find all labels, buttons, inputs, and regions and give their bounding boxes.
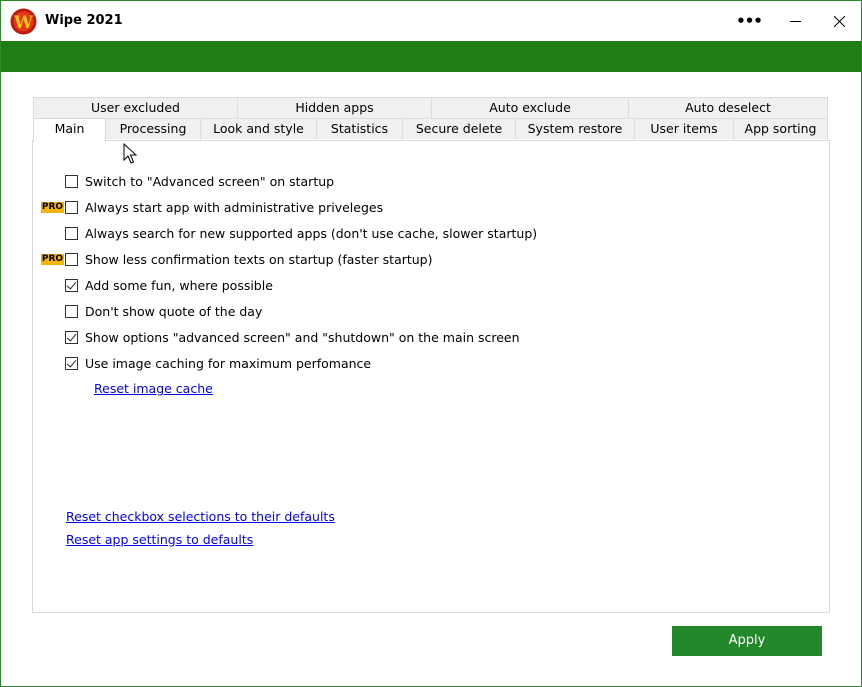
tab-look-and-style[interactable]: Look and style — [200, 118, 317, 139]
option-label: Use image caching for maximum perfomance — [85, 355, 372, 371]
option-row[interactable]: Show options "advanced screen" and "shut… — [65, 327, 520, 347]
option-row[interactable]: Always search for new supported apps (do… — [65, 223, 537, 243]
option-row[interactable]: Use image caching for maximum perfomance — [65, 353, 371, 373]
option-label: Always search for new supported apps (do… — [85, 225, 538, 241]
tab-processing[interactable]: Processing — [105, 118, 201, 139]
pro-badge: PRO — [41, 202, 64, 213]
close-button[interactable] — [816, 1, 862, 41]
option-checkbox[interactable] — [65, 356, 78, 370]
option-row[interactable]: Add some fun, where possible — [65, 275, 273, 295]
pro-badge: PRO — [41, 254, 64, 265]
tab-user-excluded[interactable]: User excluded — [33, 97, 238, 118]
mouse-cursor-icon — [123, 143, 137, 164]
option-checkbox[interactable] — [65, 200, 78, 214]
minimize-button[interactable] — [772, 1, 818, 41]
tab-app-sorting[interactable]: App sorting — [733, 118, 828, 139]
window-title: Wipe 2021 — [45, 13, 123, 28]
title-bar: W Wipe 2021 ••• — [1, 1, 861, 41]
option-label: Add some fun, where possible — [85, 277, 273, 293]
option-row[interactable]: Don't show quote of the day — [65, 301, 262, 321]
option-row[interactable]: Show less confirmation texts on startup … — [65, 249, 433, 269]
option-checkbox[interactable] — [65, 330, 78, 344]
tab-auto-deselect[interactable]: Auto deselect — [628, 97, 828, 118]
tab-statistics[interactable]: Statistics — [316, 118, 403, 139]
option-row[interactable]: Always start app with administrative pri… — [65, 197, 383, 217]
tab-hidden-apps[interactable]: Hidden apps — [237, 97, 432, 118]
option-checkbox[interactable] — [65, 226, 78, 240]
more-options-button[interactable]: ••• — [726, 1, 772, 41]
option-checkbox[interactable] — [65, 252, 78, 266]
svg-text:W: W — [13, 13, 34, 33]
option-label: Always start app with administrative pri… — [85, 199, 384, 215]
option-label: Show options "advanced screen" and "shut… — [85, 329, 520, 345]
reset-checkbox-defaults-link[interactable]: Reset checkbox selections to their defau… — [66, 509, 335, 524]
tab-auto-exclude[interactable]: Auto exclude — [431, 97, 629, 118]
app-window: W Wipe 2021 ••• User excluded Hidden app… — [0, 0, 862, 687]
tab-system-restore[interactable]: System restore — [515, 118, 635, 139]
apply-button[interactable]: Apply — [672, 626, 822, 656]
tab-main[interactable]: Main — [33, 118, 106, 142]
header-bar — [1, 41, 861, 72]
option-label: Don't show quote of the day — [85, 303, 263, 319]
reset-image-cache-link[interactable]: Reset image cache — [94, 381, 213, 396]
reset-app-settings-link[interactable]: Reset app settings to defaults — [66, 532, 253, 547]
option-checkbox[interactable] — [65, 304, 78, 318]
app-logo-icon: W — [10, 8, 37, 35]
more-icon: ••• — [736, 12, 763, 30]
option-checkbox[interactable] — [65, 278, 78, 292]
option-checkbox[interactable] — [65, 174, 78, 188]
minimize-icon — [789, 20, 801, 22]
close-icon — [833, 15, 845, 27]
tab-user-items[interactable]: User items — [634, 118, 734, 139]
option-label: Switch to "Advanced screen" on startup — [85, 173, 335, 189]
option-row[interactable]: Switch to "Advanced screen" on startup — [65, 171, 334, 191]
tab-secure-delete[interactable]: Secure delete — [402, 118, 516, 139]
option-label: Show less confirmation texts on startup … — [85, 251, 433, 267]
